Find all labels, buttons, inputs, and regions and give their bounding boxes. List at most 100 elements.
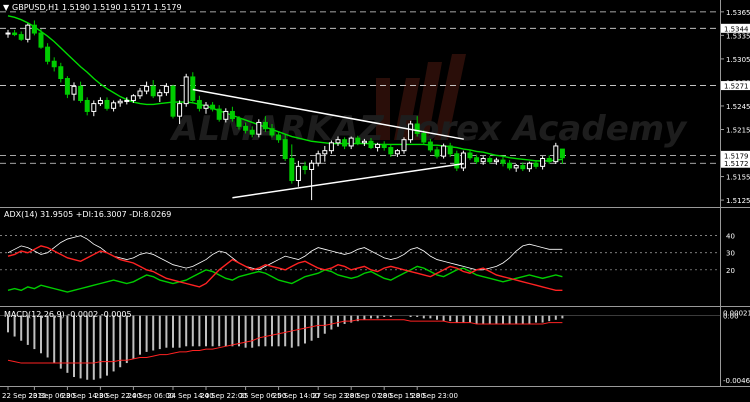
candle-body (361, 140, 367, 144)
candle-body (64, 78, 70, 95)
candle-body (124, 99, 130, 102)
candle-body (31, 24, 37, 34)
candle-body (559, 148, 565, 159)
macd-label: MACD(12,26,9) -0.0002 -0.0005 (4, 310, 132, 319)
candle-body (38, 32, 44, 48)
ohlc-label: 1.5190 1.5190 1.5171 1.5179 (62, 3, 182, 12)
candle-body (71, 85, 77, 95)
candle-body (177, 103, 183, 117)
candle-body (441, 145, 447, 157)
adx-tick-label: 30 (726, 250, 735, 258)
candle-body (507, 162, 513, 169)
price-tick-label: 1.5365 (726, 9, 750, 17)
price-tag-label: 1.5271 (724, 83, 749, 91)
trading-chart-window: ALMARKAZ Forex Academy 1.5365 1.5335 1.530… (0, 0, 750, 402)
candle-body (295, 165, 301, 181)
candle-body (157, 92, 163, 97)
price-tag-label: 1.5344 (724, 25, 749, 33)
candle-body (328, 142, 334, 152)
candle-body (190, 76, 196, 101)
candle-body (104, 99, 110, 109)
chart-canvas[interactable]: ALMARKAZ Forex Academy 1.53651.53351.530… (0, 0, 750, 402)
candle-body (51, 60, 57, 68)
candle-body (256, 121, 262, 135)
candle-body (460, 152, 466, 169)
candle-body (84, 99, 90, 112)
candle-body (447, 145, 453, 155)
candle-body (500, 159, 506, 164)
price-tick-label: 1.5215 (726, 126, 750, 134)
candle-body (335, 139, 341, 144)
adx-label: ADX(14) 31.9505 +DI:16.3007 -DI:8.0269 (4, 210, 171, 219)
candle-body (375, 143, 381, 149)
candle-body (427, 141, 433, 151)
candle-body (262, 121, 268, 130)
candle-body (401, 139, 407, 152)
collapse-arrow-icon[interactable]: ▼ (3, 3, 10, 12)
candle-body (196, 99, 202, 109)
candle-body (520, 165, 526, 170)
candle-body (322, 150, 328, 155)
price-tick-label: 1.5335 (726, 32, 750, 40)
candle-body (289, 158, 295, 181)
candle-body (150, 85, 156, 97)
candle-body (229, 110, 235, 120)
candle-body (302, 165, 308, 170)
price-tick-label: 1.5305 (726, 56, 750, 64)
candle-body (12, 32, 18, 36)
candle-body (487, 158, 493, 163)
candle-body (210, 104, 216, 110)
candle-body (454, 153, 460, 169)
candle-body (546, 158, 552, 163)
candle-body (111, 102, 117, 109)
candle-body (553, 145, 559, 163)
candle-body (342, 139, 348, 147)
candle-body (25, 24, 31, 40)
candle-body (130, 95, 136, 101)
candle-body (117, 100, 123, 104)
candle-body (309, 162, 315, 170)
candle-body (5, 32, 11, 35)
candle-body (91, 103, 97, 112)
candle-body (249, 129, 255, 135)
macd-tick-label: 0.00 (723, 313, 739, 321)
candle-body (394, 150, 400, 155)
candle-body (315, 153, 321, 164)
candle-body (368, 140, 374, 149)
adx-tick-label: 40 (726, 233, 735, 241)
candle-body (282, 139, 288, 160)
price-tag-label: 1.5172 (724, 160, 749, 168)
chart-background (0, 0, 750, 402)
candle-body (526, 162, 532, 170)
candle-body (421, 132, 427, 143)
price-tick-label: 1.5155 (726, 174, 750, 182)
candle-body (348, 137, 354, 147)
candle-body (513, 165, 519, 169)
candle-body (183, 76, 189, 105)
candle-body (493, 159, 499, 163)
candle-body (58, 66, 64, 80)
time-tick-label: 28 Sep 23:00 (411, 392, 458, 400)
candle-body (78, 85, 84, 101)
candle-body (45, 46, 51, 62)
candle-body (414, 123, 420, 134)
candle-body (474, 157, 480, 163)
candle-body (355, 137, 361, 144)
candle-body (243, 125, 249, 131)
candle-body (408, 123, 414, 141)
candle-body (163, 85, 169, 94)
candle-body (388, 147, 394, 155)
macd-tick-label: -0.00462 (723, 377, 750, 385)
candle-body (223, 110, 229, 120)
candle-body (170, 85, 176, 117)
symbol-label: GBPUSD,H1 (12, 3, 59, 12)
candle-body (203, 104, 209, 109)
price-tick-label: 1.5245 (726, 103, 750, 111)
candle-body (97, 99, 103, 105)
candle-body (381, 143, 387, 149)
candle-body (467, 152, 473, 159)
candle-body (533, 162, 539, 167)
candle-body (540, 158, 546, 167)
candle-body (216, 108, 222, 120)
candle-body (434, 149, 440, 157)
